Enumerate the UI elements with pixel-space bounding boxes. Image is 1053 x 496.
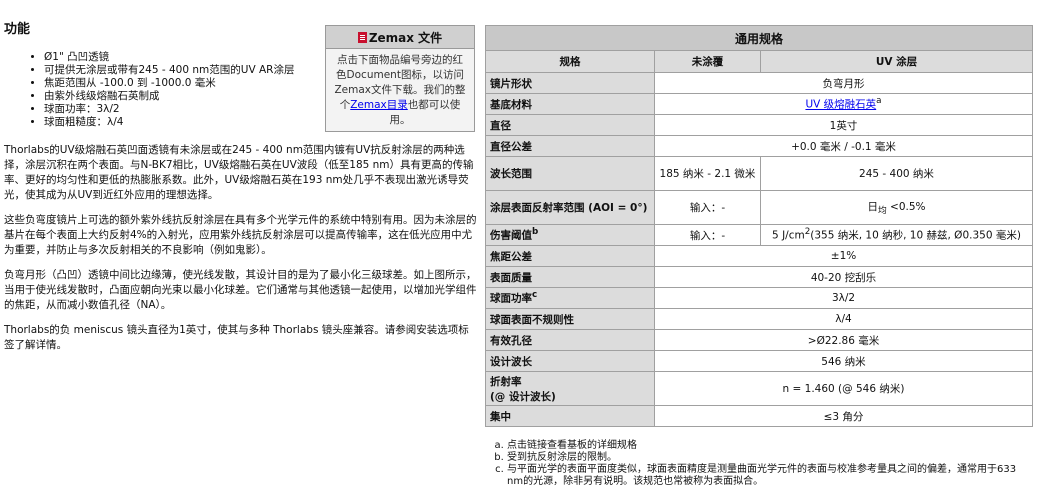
footnote-marker: c: [532, 290, 538, 301]
table-row: 球面表面不规则性 λ/4: [485, 308, 1033, 330]
row-value: ±1%: [654, 245, 1033, 267]
row-label: 球面功率c: [485, 287, 655, 309]
row-label: 伤害阈值b: [485, 224, 655, 246]
spec-title: 通用规格: [485, 25, 1033, 51]
mounting-paragraph: Thorlabs的负 meniscus 镜头直径为1英寸，使其与多种 Thorl…: [4, 324, 469, 351]
spec-header-coated: UV 涂层: [760, 50, 1033, 73]
row-label: 焦距公差: [485, 245, 655, 267]
table-row: 伤害阈值b 输入：- 5 J/cm2(355 纳米, 10 纳秒, 10 赫兹,…: [485, 224, 1033, 246]
row-coated: 5 J/cm2(355 纳米, 10 纳秒, 10 赫兹, Ø0.350 毫米): [760, 224, 1033, 246]
table-row: 直径公差 +0.0 毫米 / -0.1 毫米: [485, 135, 1033, 157]
table-row: 涂层表面反射率范围 (AOI = 0°) 输入：- 日均 <0.5%: [485, 190, 1033, 225]
row-value: λ/4: [654, 308, 1033, 330]
table-row: 直径 1英寸: [485, 114, 1033, 136]
row-value: 546 纳米: [654, 350, 1033, 372]
footnote-item: 点击链接查看基板的详细规格: [507, 440, 1033, 452]
zemax-box: Zemax 文件 点击下面物品编号旁边的红色Document图标，以访问Zema…: [325, 25, 475, 132]
row-label: 基底材料: [485, 93, 655, 115]
design-paragraph: 负弯月形（凸凹）透镜中间比边缘薄，使光线发散，其设计目的是为了最小化三级球差。如…: [4, 269, 477, 311]
row-value: n = 1.460 (@ 546 纳米): [654, 371, 1033, 406]
document-icon: [357, 31, 367, 43]
table-row: 球面功率c 3λ/2: [485, 287, 1033, 309]
footnote-marker: b: [532, 227, 539, 238]
footnote-marker: a: [876, 96, 882, 107]
row-label: 集中: [485, 405, 655, 427]
spec-header-spec: 规格: [485, 50, 655, 73]
row-label: 有效孔径: [485, 329, 655, 351]
row-uncoated: 输入：-: [654, 190, 761, 225]
row-label: 波长范围: [485, 156, 655, 191]
row-label: 镜片形状: [485, 72, 655, 94]
row-value: 40-20 挖刮乐: [654, 266, 1033, 288]
row-value: +0.0 毫米 / -0.1 毫米: [654, 135, 1033, 157]
row-value: 负弯月形: [654, 72, 1033, 94]
row-value: >Ø22.86 毫米: [654, 329, 1033, 351]
row-uncoated: 输入：-: [654, 224, 761, 246]
row-label: 设计波长: [485, 350, 655, 372]
row-value: 3λ/2: [654, 287, 1033, 309]
description-paragraph: Thorlabs的UV级熔融石英凹面透镜有未涂层或在245 - 400 nm范围…: [4, 144, 474, 201]
table-row: 镜片形状 负弯月形: [485, 72, 1033, 94]
zemax-header: Zemax 文件: [326, 26, 474, 49]
zemax-catalog-link[interactable]: Zemax目录: [350, 99, 408, 111]
row-label: 直径: [485, 114, 655, 136]
footnote-item: 与平面光学的表面平面度类似，球面表面精度是测量曲面光学元件的表面与校准参考量具之…: [507, 464, 1033, 488]
row-value: ≤3 角分: [654, 405, 1033, 427]
row-coated: 245 - 400 纳米: [760, 156, 1033, 191]
table-row: 设计波长 546 纳米: [485, 350, 1033, 372]
substrate-link[interactable]: UV 级熔融石英: [805, 99, 876, 111]
spec-table: 通用规格 规格 未涂覆 UV 涂层 镜片形状 负弯月形 基底材料 UV 级熔融石…: [485, 25, 1033, 427]
table-row: 折射率 (@ 设计波长) n = 1.460 (@ 546 纳米): [485, 371, 1033, 406]
row-label: 球面表面不规则性: [485, 308, 655, 330]
row-uncoated: 185 纳米 - 2.1 微米: [654, 156, 761, 191]
table-row: 表面质量 40-20 挖刮乐: [485, 266, 1033, 288]
zemax-body: 点击下面物品编号旁边的红色Document图标，以访问Zemax文件下载。我们的…: [326, 49, 474, 131]
footnotes: 点击链接查看基板的详细规格 受到抗反射涂层的限制。 与平面光学的表面平面度类似，…: [485, 440, 1033, 488]
zemax-title: Zemax 文件: [368, 30, 443, 45]
row-coated: 日均 <0.5%: [760, 190, 1033, 225]
table-row: 焦距公差 ±1%: [485, 245, 1033, 267]
spec-header-uncoated: 未涂覆: [654, 50, 761, 73]
table-row: 基底材料 UV 级熔融石英a: [485, 93, 1033, 115]
row-value: 1英寸: [654, 114, 1033, 136]
table-row: 集中 ≤3 角分: [485, 405, 1033, 427]
row-label: 直径公差: [485, 135, 655, 157]
row-label: 表面质量: [485, 266, 655, 288]
coating-paragraph: 这些负弯度镜片上可选的额外紫外线抗反射涂层在具有多个光学元件的系统中特别有用。因…: [4, 214, 477, 256]
row-label: 折射率 (@ 设计波长): [485, 371, 655, 406]
table-row: 波长范围 185 纳米 - 2.1 微米 245 - 400 纳米: [485, 156, 1033, 191]
footnote-item: 受到抗反射涂层的限制。: [507, 452, 1033, 464]
row-value: UV 级熔融石英a: [654, 93, 1033, 115]
table-row: 有效孔径 >Ø22.86 毫米: [485, 329, 1033, 351]
row-label: 涂层表面反射率范围 (AOI = 0°): [485, 190, 655, 225]
